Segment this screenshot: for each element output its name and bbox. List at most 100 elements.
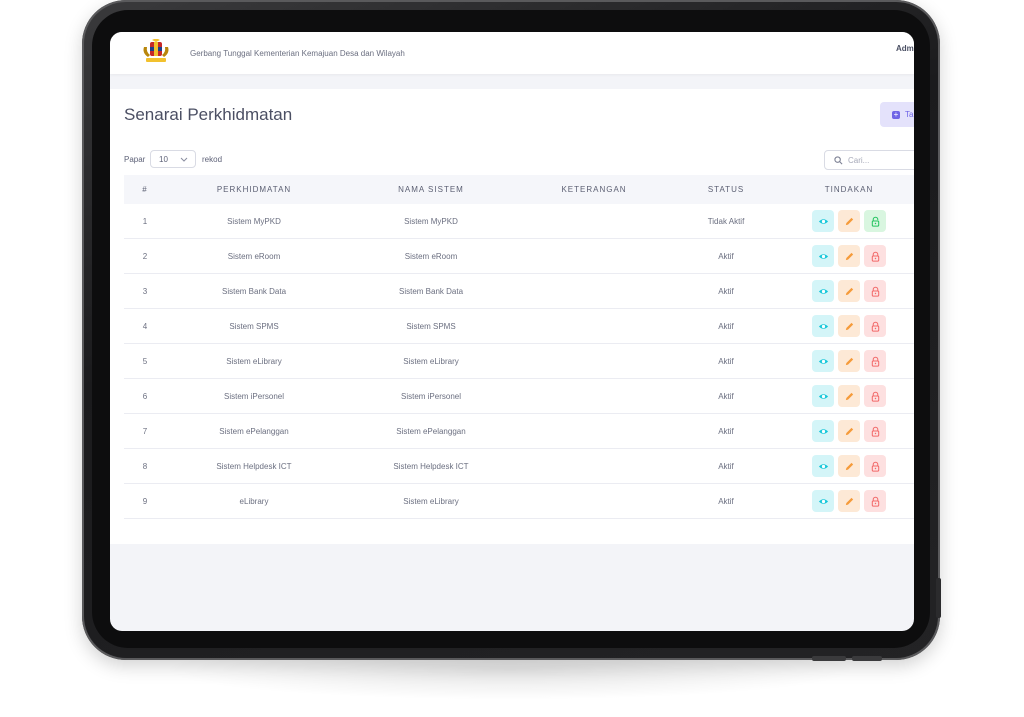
actions-cell [784,343,914,379]
system-name-cell: Sistem SPMS [342,308,520,344]
row-actions [784,385,914,407]
pencil-icon [845,427,853,435]
actions-cell [784,204,914,239]
row-actions [784,455,914,477]
lock-icon [871,321,879,332]
column-header-service[interactable]: PERKHIDMATAN [166,175,342,204]
toggle-status-button[interactable] [864,420,886,442]
services-card: Senarai Perkhidmatan + Ta Papar 10 rekod [110,89,914,544]
edit-button[interactable] [838,490,860,512]
status-cell: Aktif [668,413,784,449]
description-cell [520,273,668,309]
tablet-bottom-button [852,656,882,661]
system-name-cell: Sistem iPersonel [342,378,520,414]
row-number-cell: 5 [124,343,166,379]
edit-button[interactable] [838,210,860,232]
edit-button[interactable] [838,280,860,302]
edit-button[interactable] [838,420,860,442]
view-button[interactable] [812,490,834,512]
add-service-button[interactable]: + Ta [880,102,914,127]
column-header-status[interactable]: STATUS [668,175,784,204]
page-length-select[interactable]: 10 [150,150,196,168]
page-length-label: Papar [124,155,146,164]
pencil-icon [845,357,853,365]
system-name-cell: Sistem eLibrary [342,343,520,379]
coat-of-arms-logo [143,39,169,62]
toggle-status-button[interactable] [864,490,886,512]
toggle-status-button[interactable] [864,385,886,407]
column-header-actions: TINDAKAN [784,175,914,204]
toggle-status-button[interactable] [864,280,886,302]
service-cell: Sistem MyPKD [166,204,342,239]
description-cell [520,378,668,414]
system-name-cell: Sistem Bank Data [342,273,520,309]
column-header-system-name[interactable]: NAMA SISTEM [342,175,520,204]
view-button[interactable] [812,350,834,372]
pencil-icon [845,392,853,400]
edit-button[interactable] [838,455,860,477]
eye-icon [818,393,828,399]
table-row: 4 Sistem SPMS Sistem SPMS Aktif [124,308,914,344]
actions-cell [784,273,914,309]
lock-icon [871,426,879,437]
row-actions [784,280,914,302]
lock-icon [871,251,879,262]
status-cell: Aktif [668,448,784,484]
top-navbar: Gerbang Tunggal Kementerian Kemajuan Des… [110,32,914,74]
system-name-cell: Sistem eLibrary [342,483,520,519]
status-cell: Aktif [668,378,784,414]
description-cell [520,448,668,484]
description-cell [520,483,668,519]
status-cell: Aktif [668,343,784,379]
column-header-number[interactable]: # [124,175,166,204]
view-button[interactable] [812,385,834,407]
description-cell [520,413,668,449]
search-input[interactable] [848,155,914,165]
service-cell: Sistem SPMS [166,308,342,344]
column-header-description[interactable]: KETERANGAN [520,175,668,204]
toggle-status-button[interactable] [864,350,886,372]
plus-icon: + [892,109,900,119]
table-row: 9 eLibrary Sistem eLibrary Aktif [124,483,914,519]
pencil-icon [845,287,853,295]
toggle-status-button[interactable] [864,315,886,337]
row-actions [784,350,914,372]
toggle-status-button[interactable] [864,245,886,267]
view-button[interactable] [812,315,834,337]
row-number-cell: 1 [124,204,166,239]
edit-button[interactable] [838,350,860,372]
services-table: # PERKHIDMATAN NAMA SISTEM KETERANGAN ST… [124,175,914,519]
view-button[interactable] [812,420,834,442]
pencil-icon [845,252,853,260]
service-cell: eLibrary [166,483,342,519]
edit-button[interactable] [838,315,860,337]
system-name-cell: Sistem Helpdesk ICT [342,448,520,484]
tablet-side-button [936,578,941,618]
row-number-cell: 7 [124,413,166,449]
view-button[interactable] [812,210,834,232]
edit-button[interactable] [838,385,860,407]
row-actions [784,420,914,442]
toggle-status-button[interactable] [864,455,886,477]
eye-icon [818,498,828,504]
lock-icon [871,496,879,507]
row-actions [784,210,914,232]
view-button[interactable] [812,455,834,477]
user-menu[interactable]: Adm [896,44,914,53]
toggle-status-button[interactable] [864,210,886,232]
page-title: Senarai Perkhidmatan [124,105,293,124]
lock-icon [871,461,879,472]
service-cell: Sistem iPersonel [166,378,342,414]
service-cell: Sistem eRoom [166,238,342,274]
edit-button[interactable] [838,245,860,267]
row-actions [784,315,914,337]
app-screen: Gerbang Tunggal Kementerian Kemajuan Des… [110,32,914,631]
lock-icon [871,391,879,402]
system-name-cell: Sistem eRoom [342,238,520,274]
view-button[interactable] [812,245,834,267]
service-cell: Sistem Bank Data [166,273,342,309]
description-cell [520,204,668,239]
search-icon [834,155,843,164]
view-button[interactable] [812,280,834,302]
table-row: 2 Sistem eRoom Sistem eRoom Aktif [124,238,914,274]
